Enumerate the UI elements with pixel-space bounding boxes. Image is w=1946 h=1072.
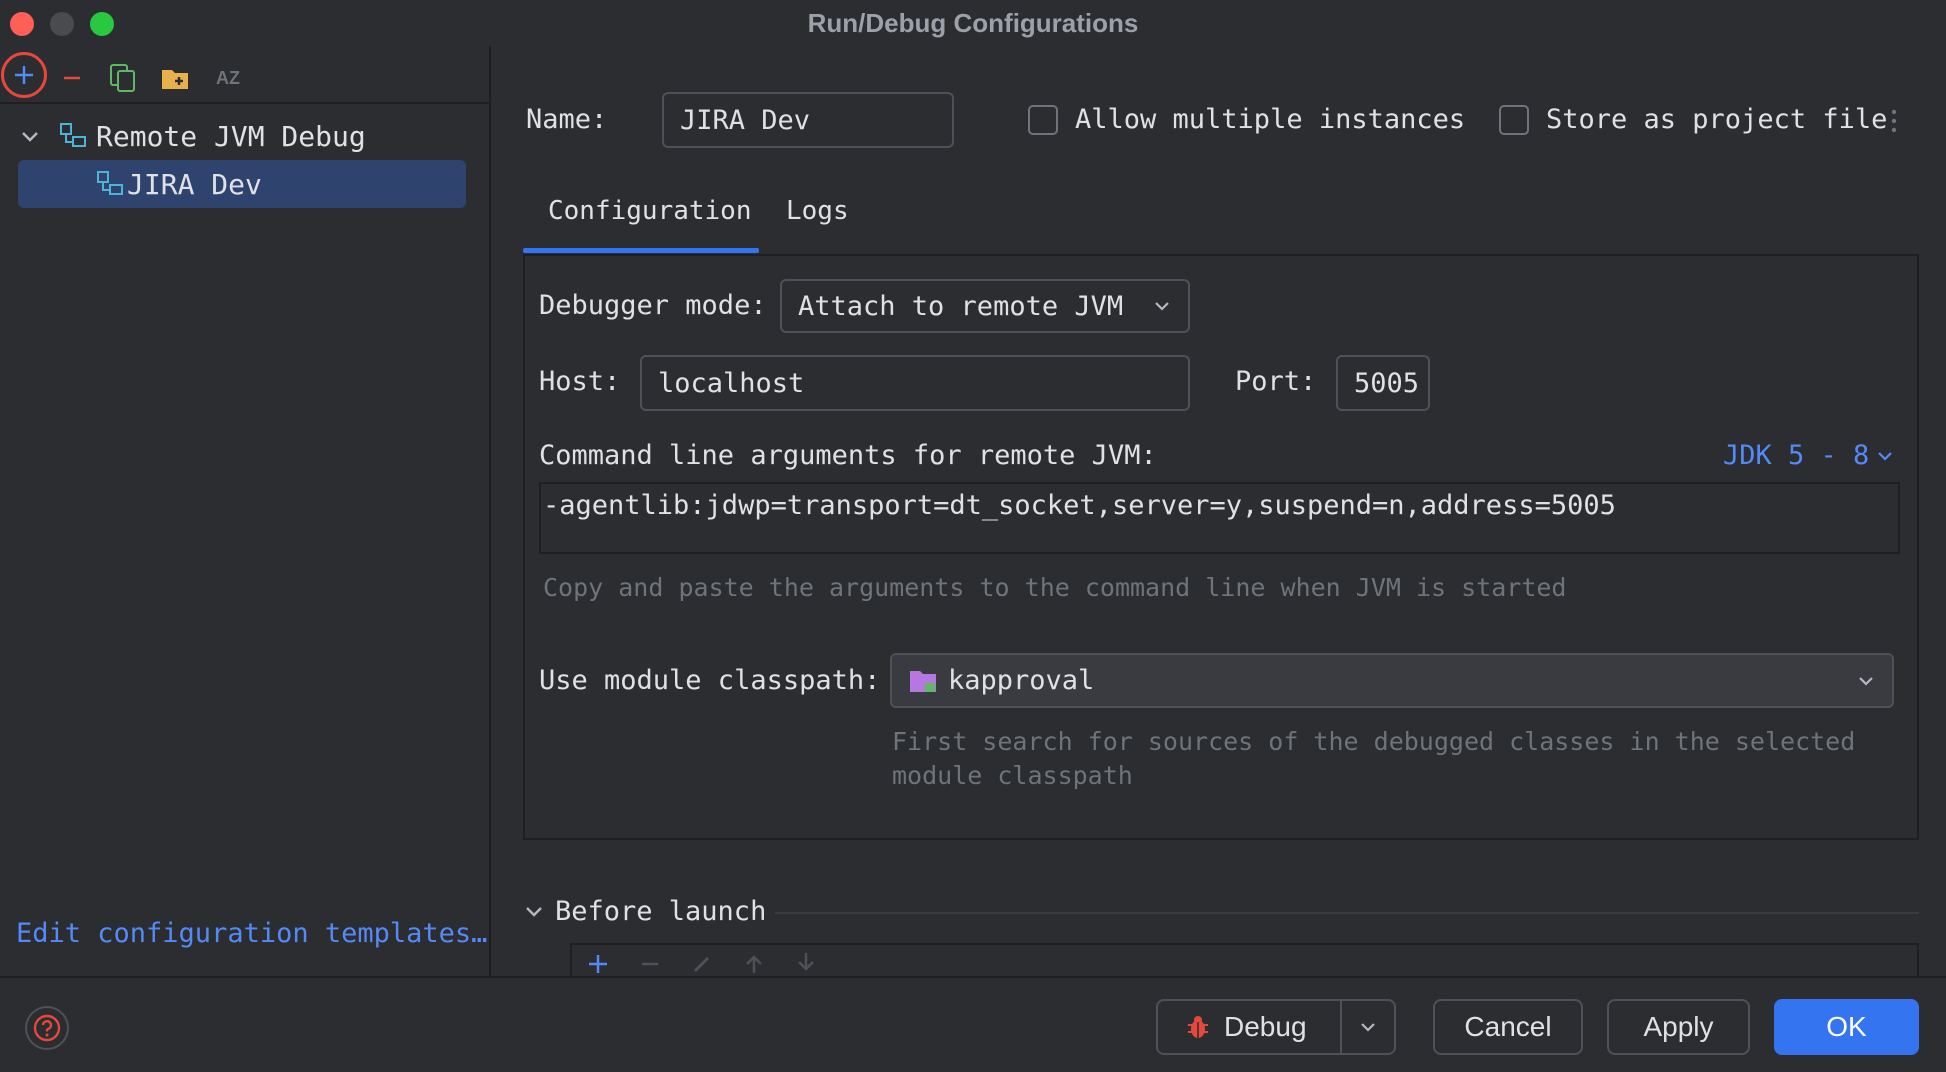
cmd-args-textarea[interactable]: -agentlib:jdwp=transport=dt_socket,serve… <box>539 482 1900 554</box>
store-as-project-checkbox[interactable] <box>1499 105 1529 135</box>
cmd-args-label: Command line arguments for remote JVM: <box>539 440 1157 471</box>
host-value: localhost <box>658 367 805 399</box>
allow-multiple-checkbox[interactable] <box>1028 105 1058 135</box>
plus-icon[interactable] <box>586 953 610 973</box>
debugger-mode-select[interactable]: Attach to remote JVM <box>780 279 1190 333</box>
before-launch-label: Before launch <box>555 896 767 927</box>
debugger-mode-value: Attach to remote JVM <box>798 290 1124 322</box>
jdk-version-label: JDK 5 - 8 <box>1723 440 1870 471</box>
minus-icon[interactable] <box>638 953 662 973</box>
before-launch-section-toggle[interactable]: Before launch <box>523 896 766 927</box>
tab-logs[interactable]: Logs <box>786 186 849 236</box>
store-as-project-label[interactable]: Store as project file <box>1546 104 1887 135</box>
cmd-args-hint: Copy and paste the arguments to the comm… <box>543 573 1567 602</box>
remote-debug-icon <box>60 123 86 147</box>
module-classpath-label: Use module classpath: <box>539 665 881 696</box>
tree-item-label: JIRA Dev <box>127 167 262 201</box>
tab-configuration[interactable]: Configuration <box>548 186 752 236</box>
title-bar: Run/Debug Configurations <box>0 0 1946 46</box>
new-folder-button[interactable] <box>155 58 195 98</box>
module-classpath-select[interactable]: kapproval <box>890 653 1894 708</box>
chevron-down-icon <box>526 906 542 917</box>
allow-multiple-label[interactable]: Allow multiple instances <box>1075 104 1465 135</box>
name-value: JIRA Dev <box>680 104 811 136</box>
add-configuration-button[interactable] <box>1 52 47 98</box>
host-label: Host: <box>539 366 621 397</box>
apply-button[interactable]: Apply <box>1607 999 1750 1055</box>
before-launch-toolbar <box>586 953 818 973</box>
window-title: Run/Debug Configurations <box>807 8 1139 38</box>
new-folder-icon <box>162 70 188 89</box>
module-classpath-hint-line1: First search for sources of the debugged… <box>892 727 1856 756</box>
port-value: 5005 <box>1354 367 1420 399</box>
ok-button[interactable]: OK <box>1774 999 1919 1055</box>
active-tab-indicator <box>523 248 759 253</box>
tree-group-label: Remote JVM Debug <box>96 119 366 153</box>
copy-icon <box>110 64 135 92</box>
chevron-down-icon <box>1878 451 1893 461</box>
tree-item-jira-dev-content[interactable]: JIRA Dev <box>95 160 262 208</box>
remote-debug-icon <box>97 171 123 195</box>
jdk-version-selector[interactable]: JDK 5 - 8 <box>1723 440 1895 471</box>
chevron-down-icon <box>1361 1023 1375 1032</box>
plus-icon <box>15 66 33 84</box>
module-folder-icon <box>910 670 936 692</box>
name-field[interactable]: JIRA Dev <box>662 92 954 148</box>
help-icon <box>33 1014 61 1042</box>
more-options-icon[interactable] <box>1891 108 1897 134</box>
module-classpath-value: kapproval <box>948 665 1095 696</box>
debug-split-button[interactable]: Debug <box>1156 999 1396 1055</box>
debug-button[interactable]: Debug <box>1158 1001 1342 1053</box>
sort-az-icon: AZ <box>216 67 240 88</box>
footer-divider <box>0 976 1946 978</box>
before-launch-divider <box>775 912 1919 914</box>
port-label: Port: <box>1235 366 1317 397</box>
remove-configuration-button[interactable] <box>52 58 92 98</box>
arrow-up-icon[interactable] <box>742 953 766 973</box>
toolbar-divider <box>0 102 491 104</box>
cmd-args-value: -agentlib:jdwp=transport=dt_socket,serve… <box>543 490 1616 521</box>
edit-templates-link[interactable]: Edit configuration templates… <box>16 918 487 949</box>
cancel-button[interactable]: Cancel <box>1433 999 1583 1055</box>
copy-configuration-button[interactable] <box>103 58 143 98</box>
debug-label: Debug <box>1224 1011 1307 1042</box>
debugger-mode-label: Debugger mode: <box>539 290 767 321</box>
sort-button[interactable]: AZ <box>208 58 248 98</box>
name-label: Name: <box>526 104 608 135</box>
host-input[interactable]: localhost <box>640 355 1190 411</box>
help-button[interactable] <box>25 1006 69 1050</box>
chevron-down-icon <box>1155 302 1169 311</box>
module-classpath-hint-line2: module classpath <box>892 761 1133 790</box>
chevron-down-icon[interactable] <box>18 124 42 148</box>
module-classpath-selected: kapproval <box>908 665 1094 696</box>
bug-icon <box>1188 1016 1208 1038</box>
port-input[interactable]: 5005 <box>1336 355 1430 411</box>
edit-icon[interactable] <box>690 953 714 973</box>
arrow-down-icon[interactable] <box>794 953 818 973</box>
chevron-down-icon <box>1859 676 1873 686</box>
tree-group-remote-jvm-debug[interactable]: Remote JVM Debug <box>18 112 366 160</box>
minus-icon <box>64 76 80 80</box>
debug-dropdown-button[interactable] <box>1342 1017 1394 1037</box>
